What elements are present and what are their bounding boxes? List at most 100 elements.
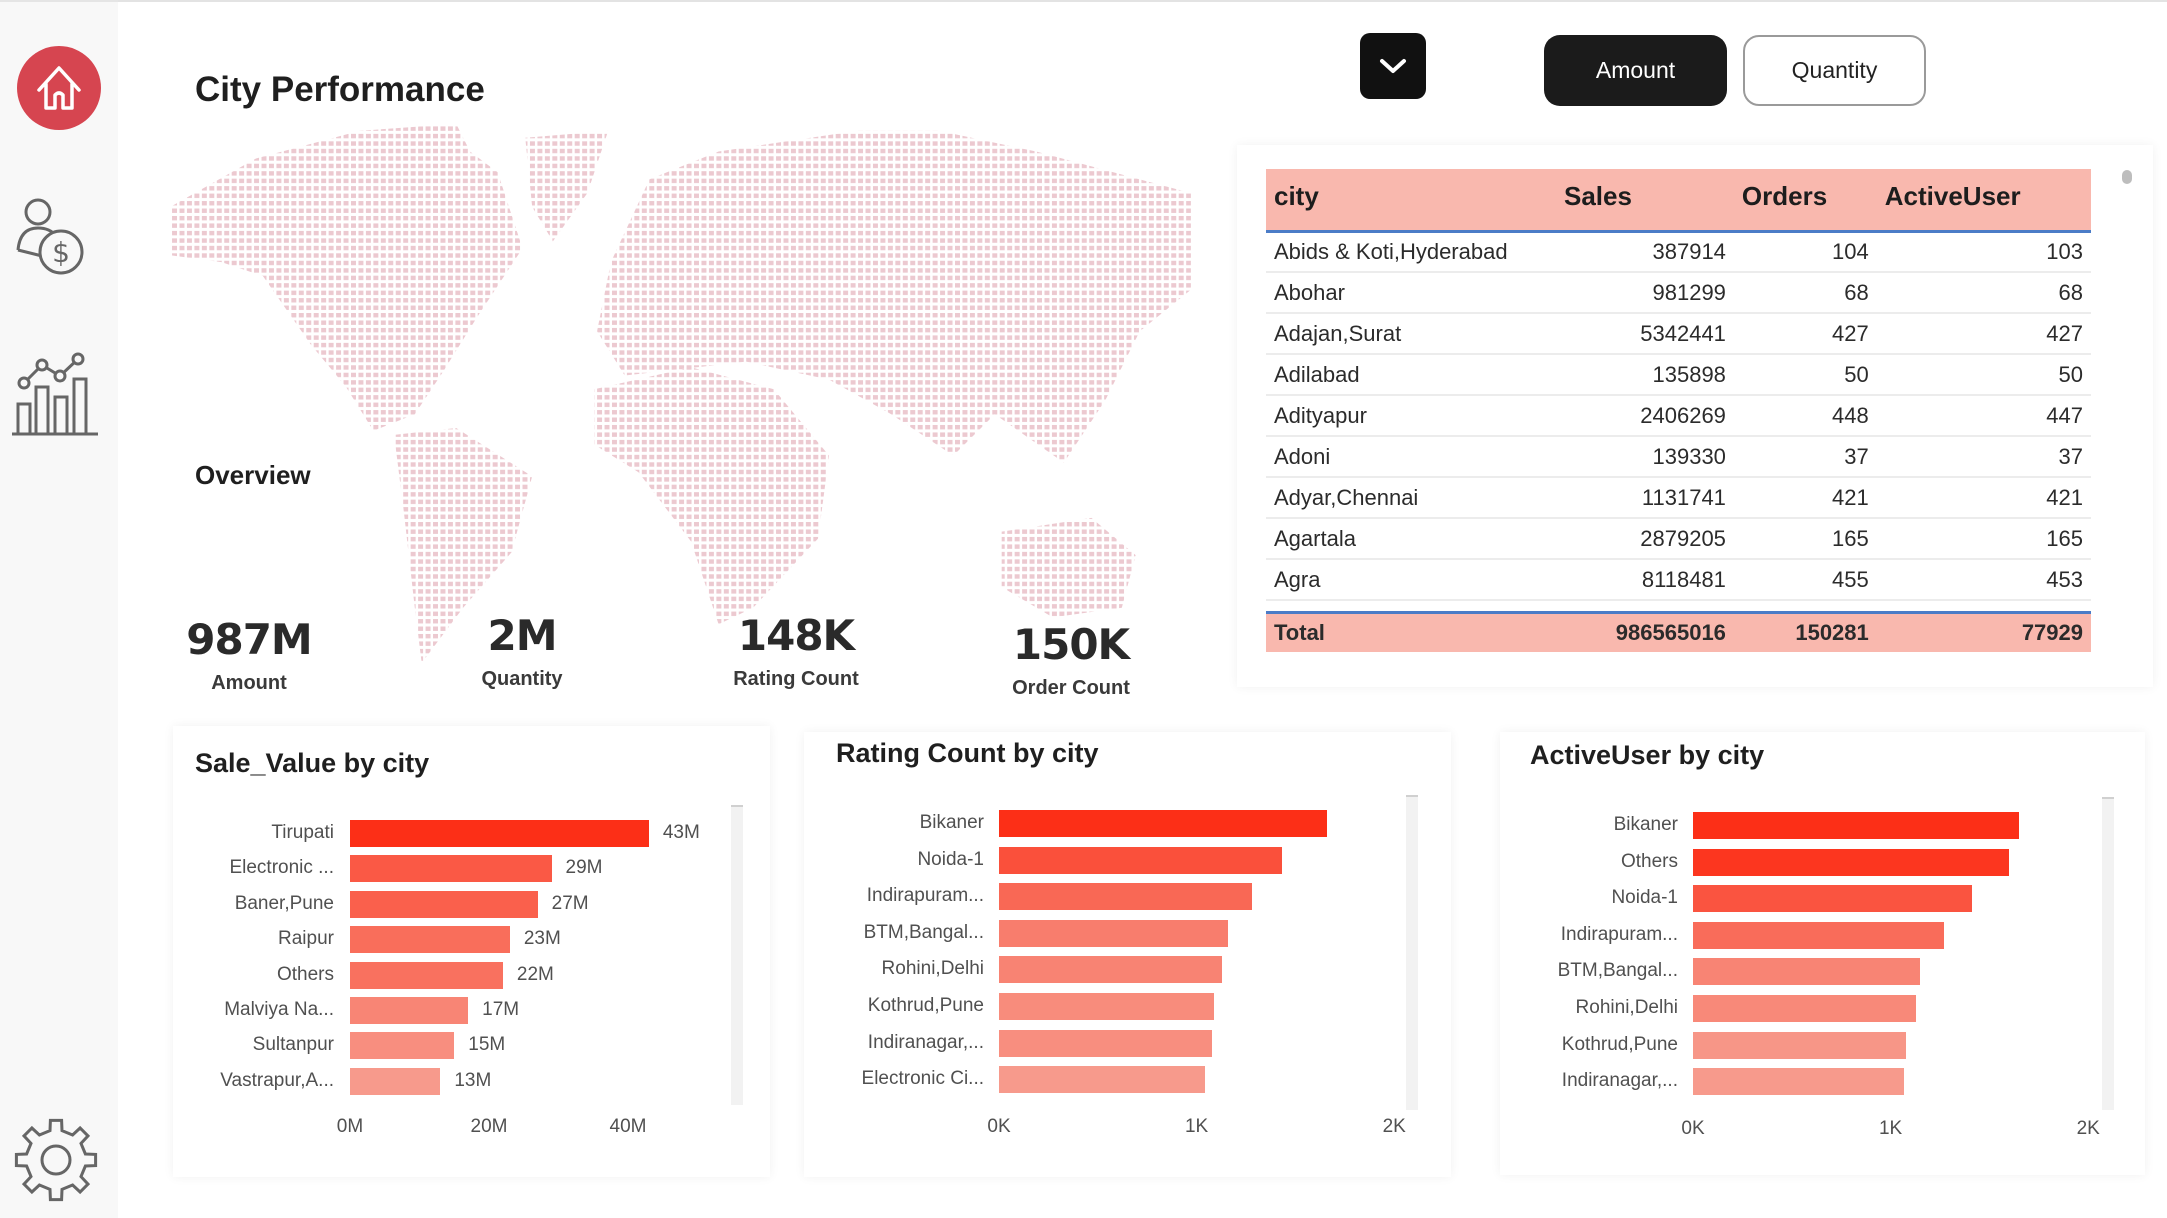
table-row[interactable]: Adyar,Chennai 1131741 421 421 — [1266, 477, 2091, 519]
x-tick-label: 40M — [609, 1116, 647, 1137]
category-label: Indirapuram... — [866, 885, 984, 907]
bar[interactable] — [350, 820, 649, 847]
home-icon[interactable] — [17, 46, 101, 130]
cell-value: 455 — [1733, 559, 1877, 601]
category-label: Bikaner — [1613, 814, 1678, 835]
bar[interactable] — [1693, 1031, 1907, 1059]
column-header-sales[interactable]: Sales — [1556, 169, 1734, 233]
total-value: 150281 — [1733, 610, 1877, 652]
cell-value: 50 — [1733, 354, 1877, 396]
amount-toggle-button[interactable]: Amount — [1544, 35, 1727, 106]
bar[interactable] — [350, 1067, 441, 1095]
table-row[interactable]: Agra 8118481 455 453 — [1266, 559, 2091, 601]
category-label: Rohini,Delhi — [1575, 997, 1678, 1018]
cell-value: 447 — [1876, 395, 2091, 437]
category-label: Others — [276, 963, 334, 985]
bar[interactable] — [350, 890, 538, 918]
table-spacer — [1266, 600, 2091, 612]
kpi-label: Quantity — [481, 668, 563, 690]
data-label: 23M — [523, 928, 561, 950]
bar[interactable] — [999, 810, 1328, 837]
cell-value: 5342441 — [1556, 313, 1734, 355]
kpi-label: Order Count — [1012, 677, 1130, 699]
data-label: 17M — [482, 999, 520, 1020]
table-row[interactable]: Adoni 139330 37 37 — [1266, 436, 2091, 478]
city-table: city Sales Orders ActiveUser Abids & Koti,H… — [1266, 169, 2091, 652]
cell-value: 165 — [1733, 518, 1877, 560]
filter-dropdown-button[interactable] — [1360, 33, 1426, 99]
table-header-row: city Sales Orders ActiveUser — [1266, 169, 2091, 233]
data-label: 13M — [454, 1069, 492, 1091]
table-row[interactable]: Abids & Koti,Hyderabad 387914 104 103 — [1266, 231, 2091, 273]
bar[interactable] — [1693, 848, 2010, 876]
city-table-card: city Sales Orders ActiveUser Abids & Koti,H… — [1237, 145, 2153, 687]
category-label: Kothrud,Pune — [867, 995, 984, 1016]
column-header-orders[interactable]: Orders — [1733, 169, 1877, 233]
table-row[interactable]: Adityapur 2406269 448 447 — [1266, 395, 2091, 437]
map-greenland — [525, 130, 609, 242]
bar[interactable] — [1693, 1068, 1905, 1096]
bar[interactable] — [1693, 995, 1917, 1022]
cell-value: 448 — [1733, 395, 1877, 437]
cell-value: 981299 — [1556, 272, 1734, 314]
bar[interactable] — [350, 997, 469, 1024]
bar[interactable] — [350, 926, 510, 954]
bar[interactable] — [999, 993, 1215, 1020]
kpi-value: 987M — [186, 615, 312, 664]
bar[interactable] — [999, 956, 1223, 984]
gear-icon[interactable] — [10, 1114, 102, 1211]
bar[interactable] — [350, 855, 552, 883]
bar[interactable] — [350, 961, 503, 989]
category-label: BTM,Bangal... — [863, 921, 984, 943]
table-total-row: Total 986565016 150281 77929 — [1266, 610, 2091, 652]
cell-value: 421 — [1876, 477, 2091, 519]
kpi-value: 2M — [487, 611, 557, 660]
cell-city: Abohar — [1266, 272, 1556, 314]
column-header-activeuser[interactable]: ActiveUser — [1876, 169, 2091, 233]
bar[interactable] — [350, 1032, 455, 1060]
category-label: Others — [1620, 850, 1678, 872]
table-row[interactable]: Adilabad 135898 50 50 — [1266, 354, 2091, 396]
data-label: 22M — [516, 963, 554, 985]
quantity-toggle-button[interactable]: Quantity — [1743, 35, 1926, 106]
bar[interactable] — [999, 846, 1282, 874]
table-row[interactable]: Agartala 2879205 165 165 — [1266, 518, 2091, 560]
bar[interactable] — [999, 1066, 1205, 1094]
cell-city: Abids & Koti,Hyderabad — [1266, 231, 1556, 273]
chart-scrollbar[interactable] — [2102, 797, 2114, 1110]
kpi-amount: 987M Amount — [119, 615, 379, 695]
column-header-city[interactable]: city — [1266, 169, 1556, 233]
chart-scrollbar[interactable] — [731, 805, 743, 1105]
map-africa — [594, 367, 830, 625]
chart-scrollbar[interactable] — [1406, 795, 1418, 1110]
kpi-label: Rating Count — [733, 668, 859, 690]
category-label: Indirapuram... — [1560, 923, 1678, 945]
bar[interactable] — [999, 883, 1252, 911]
bar[interactable] — [1693, 958, 1921, 986]
bar[interactable] — [999, 1029, 1213, 1057]
cell-city: Adyar,Chennai — [1266, 477, 1556, 519]
table-scrollbar[interactable] — [2122, 170, 2132, 184]
user-dollar-icon[interactable]: $ — [14, 192, 104, 287]
category-label: Noida-1 — [917, 848, 984, 870]
chevron-down-icon — [1380, 59, 1406, 73]
bar[interactable] — [1693, 812, 2020, 839]
bar[interactable] — [1693, 921, 1944, 949]
bar[interactable] — [999, 919, 1229, 947]
table-row[interactable]: Adajan,Surat 5342441 427 427 — [1266, 313, 2091, 355]
kpi-quantity: 2M Quantity — [392, 611, 652, 691]
data-label: 15M — [468, 1034, 506, 1056]
category-label: Electronic Ci... — [861, 1068, 984, 1090]
table-row[interactable]: Abohar 981299 68 68 — [1266, 272, 2091, 314]
cell-value: 37 — [1876, 436, 2091, 478]
data-label: 29M — [565, 857, 603, 879]
top-border — [0, 0, 2167, 2]
category-label: Bikaner — [919, 812, 984, 833]
bar[interactable] — [1693, 885, 1972, 913]
sidebar: $ — [0, 0, 118, 1218]
analytics-chart-icon[interactable] — [12, 347, 104, 442]
overview-heading: Overview — [195, 460, 311, 490]
cell-value: 104 — [1733, 231, 1877, 273]
category-label: Baner,Pune — [234, 892, 334, 914]
chart-title: ActiveUser by city — [1530, 740, 1765, 770]
